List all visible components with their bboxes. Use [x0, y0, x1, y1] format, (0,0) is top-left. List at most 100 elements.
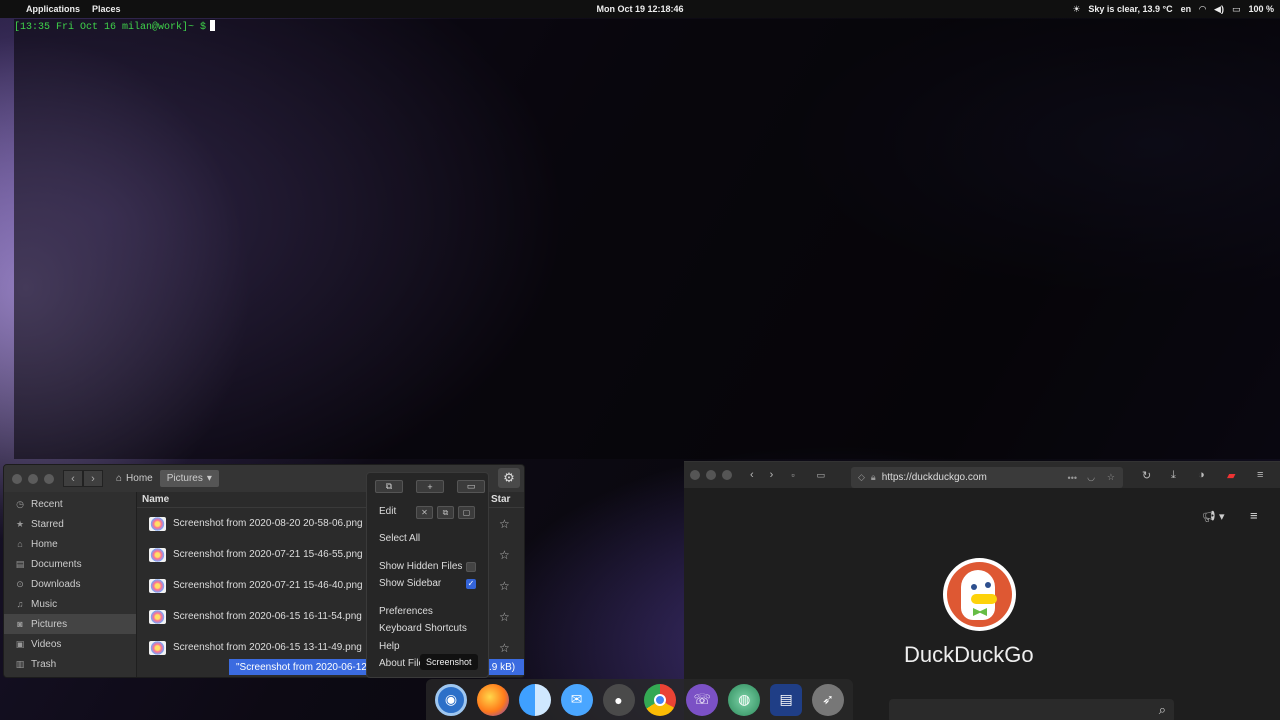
sun-icon: ☀ — [1072, 3, 1081, 14]
cut-button[interactable]: ✕ — [416, 506, 433, 519]
sidebar-item-pictures[interactable]: ◙ Pictures — [4, 614, 136, 634]
close-button[interactable] — [690, 470, 700, 480]
forward-button[interactable]: › — [770, 469, 774, 481]
new-window-button[interactable]: ⧉ — [375, 480, 403, 493]
menu-item-label: Show Sidebar — [379, 578, 442, 589]
show-hidden-checkbox[interactable] — [466, 561, 476, 572]
sidebar-item-documents[interactable]: ▤ Documents — [4, 554, 136, 574]
column-star[interactable]: Star — [491, 494, 510, 505]
hamburger-menu-icon[interactable]: ≡ — [1257, 469, 1263, 481]
star-outline-icon[interactable]: ☆ — [499, 517, 510, 531]
menu-item-label: Select All — [379, 533, 421, 544]
forward-button[interactable]: › — [83, 470, 103, 487]
address-bar[interactable]: ◇ 🔒︎ https://duckduckgo.com ••• ◡ ☆ — [851, 467, 1123, 488]
firefox-icon[interactable] — [476, 683, 509, 716]
image-thumbnail-icon — [149, 640, 166, 655]
adblock-icon[interactable]: ▰ — [1227, 469, 1235, 482]
weather-label[interactable]: Sky is clear, 13.9 °C — [1088, 4, 1172, 14]
pocket-icon[interactable]: ◡ — [1087, 472, 1095, 483]
chrome-icon[interactable] — [644, 683, 677, 716]
terminal-prompt: [13:35 Fri Oct 16 milan@work]~ $ — [14, 22, 207, 33]
menu-item-select-all[interactable]: Select All — [379, 533, 420, 544]
places-menu[interactable]: Places — [92, 4, 121, 14]
terminal-cursor — [210, 20, 216, 31]
sidebar-item-home[interactable]: ⌂ Home — [4, 534, 136, 554]
breadcrumb-pictures[interactable]: Pictures ▾ — [159, 470, 219, 487]
popover-toolbar: ⧉ + ▭ — [375, 480, 488, 493]
new-folder-button[interactable]: ▭ — [457, 480, 485, 493]
page-menu-icon[interactable]: ≡ — [1250, 508, 1258, 523]
folder-icon: ▭ — [466, 481, 476, 491]
scissors-icon: ✕ — [421, 508, 428, 517]
music-icon: ♫ — [16, 599, 24, 609]
menu-item-help[interactable]: Help — [379, 641, 400, 652]
finder-icon[interactable] — [518, 683, 551, 716]
menu-item-show-hidden[interactable]: Show Hidden Files — [379, 561, 489, 572]
star-outline-icon[interactable]: ☆ — [499, 610, 510, 624]
megaphone-icon[interactable]: 📢︎ ▾ — [1202, 510, 1225, 523]
close-button[interactable] — [12, 473, 22, 484]
mockup-icon[interactable]: ▤ — [770, 683, 803, 716]
sidebar: ◷ Recent ★ Starred ⌂ Home ▤ Documents ⊙ Downl… — [4, 492, 137, 677]
paste-button[interactable]: ▢ — [458, 506, 475, 519]
sidebar-item-music[interactable]: ♫ Music — [4, 594, 136, 614]
search-input[interactable]: ⌕ — [889, 699, 1174, 720]
world-icon[interactable]: ◍ — [728, 683, 761, 716]
wifi-icon[interactable]: ◠ — [1199, 4, 1206, 15]
star-outline-icon[interactable]: ☆ — [499, 579, 510, 593]
minimize-button[interactable] — [28, 473, 38, 484]
back-button[interactable]: ‹ — [63, 470, 83, 487]
star-outline-icon[interactable]: ☆ — [499, 548, 510, 562]
shield-icon[interactable]: ◇ — [858, 472, 865, 483]
more-icon[interactable]: ••• — [1068, 473, 1077, 483]
terminal-window[interactable]: [13:35 Fri Oct 16 milan@work]~ $ — [14, 19, 1280, 459]
tab-overview-icon[interactable]: ▫ — [791, 470, 794, 480]
reader-view-icon[interactable]: ▭ — [817, 470, 826, 481]
sidebar-item-label: Starred — [31, 518, 64, 530]
back-button[interactable]: ‹ — [750, 469, 754, 481]
chevron-down-icon: ▾ — [206, 473, 212, 484]
viber-icon[interactable]: ☏ — [686, 683, 719, 716]
mail-icon[interactable]: ✉ — [560, 683, 593, 716]
menu-item-shortcuts[interactable]: Keyboard Shortcuts — [379, 623, 467, 634]
breadcrumb-label: Home — [126, 473, 153, 484]
sidebar-item-trash[interactable]: ▥ Trash — [4, 654, 136, 674]
reload-icon[interactable]: ↻ — [1142, 469, 1151, 482]
applications-menu[interactable]: Applications — [26, 4, 80, 14]
volume-icon[interactable]: ◀) — [1214, 4, 1224, 15]
star-outline-icon[interactable]: ☆ — [499, 641, 510, 655]
sidebar-item-label: Documents — [31, 558, 82, 570]
menu-item-show-sidebar[interactable]: Show Sidebar ✓ — [379, 578, 489, 589]
new-window-icon: ⧉ — [385, 481, 393, 491]
sidebar-item-videos[interactable]: ▣ Videos — [4, 634, 136, 654]
bookmark-star-icon[interactable]: ☆ — [1107, 472, 1115, 483]
breadcrumb-home[interactable]: ⌂ Home — [109, 470, 160, 487]
show-sidebar-checkbox[interactable]: ✓ — [466, 578, 476, 589]
menu-button[interactable]: ⚙ — [498, 468, 520, 488]
download-icon[interactable]: ⤓ — [1171, 469, 1176, 482]
screenshot-app-icon[interactable]: ◉ — [434, 683, 467, 716]
edit-buttons: ✕ ⧉ ▢ — [416, 506, 475, 519]
duckduckgo-logo — [943, 558, 1016, 631]
extension-icon[interactable]: ◑ — [1198, 469, 1205, 481]
maximize-button[interactable] — [722, 470, 732, 480]
copy-button[interactable]: ⧉ — [437, 506, 454, 519]
sidebar-item-recent[interactable]: ◷ Recent — [4, 494, 136, 514]
sidebar-item-starred[interactable]: ★ Starred — [4, 514, 136, 534]
new-tab-button[interactable]: + — [416, 480, 444, 493]
minimize-button[interactable] — [706, 470, 716, 480]
plus-icon: + — [427, 481, 433, 492]
image-thumbnail-icon — [149, 578, 166, 593]
battery-icon: ▭ — [1231, 3, 1241, 14]
ink-icon[interactable]: ● — [602, 683, 635, 716]
sidebar-item-downloads[interactable]: ⊙ Downloads — [4, 574, 136, 594]
url-text: https://duckduckgo.com — [881, 472, 987, 483]
gear-icon: ⚙ — [503, 470, 515, 485]
menu-item-preferences[interactable]: Preferences — [379, 606, 433, 617]
language-indicator[interactable]: en — [1181, 4, 1192, 14]
window-controls — [690, 470, 732, 480]
search-icon[interactable]: ⌕ — [1159, 702, 1166, 718]
column-name[interactable]: Name — [142, 494, 169, 505]
rocket-icon[interactable]: ➶ — [811, 683, 844, 716]
maximize-button[interactable] — [44, 473, 54, 484]
